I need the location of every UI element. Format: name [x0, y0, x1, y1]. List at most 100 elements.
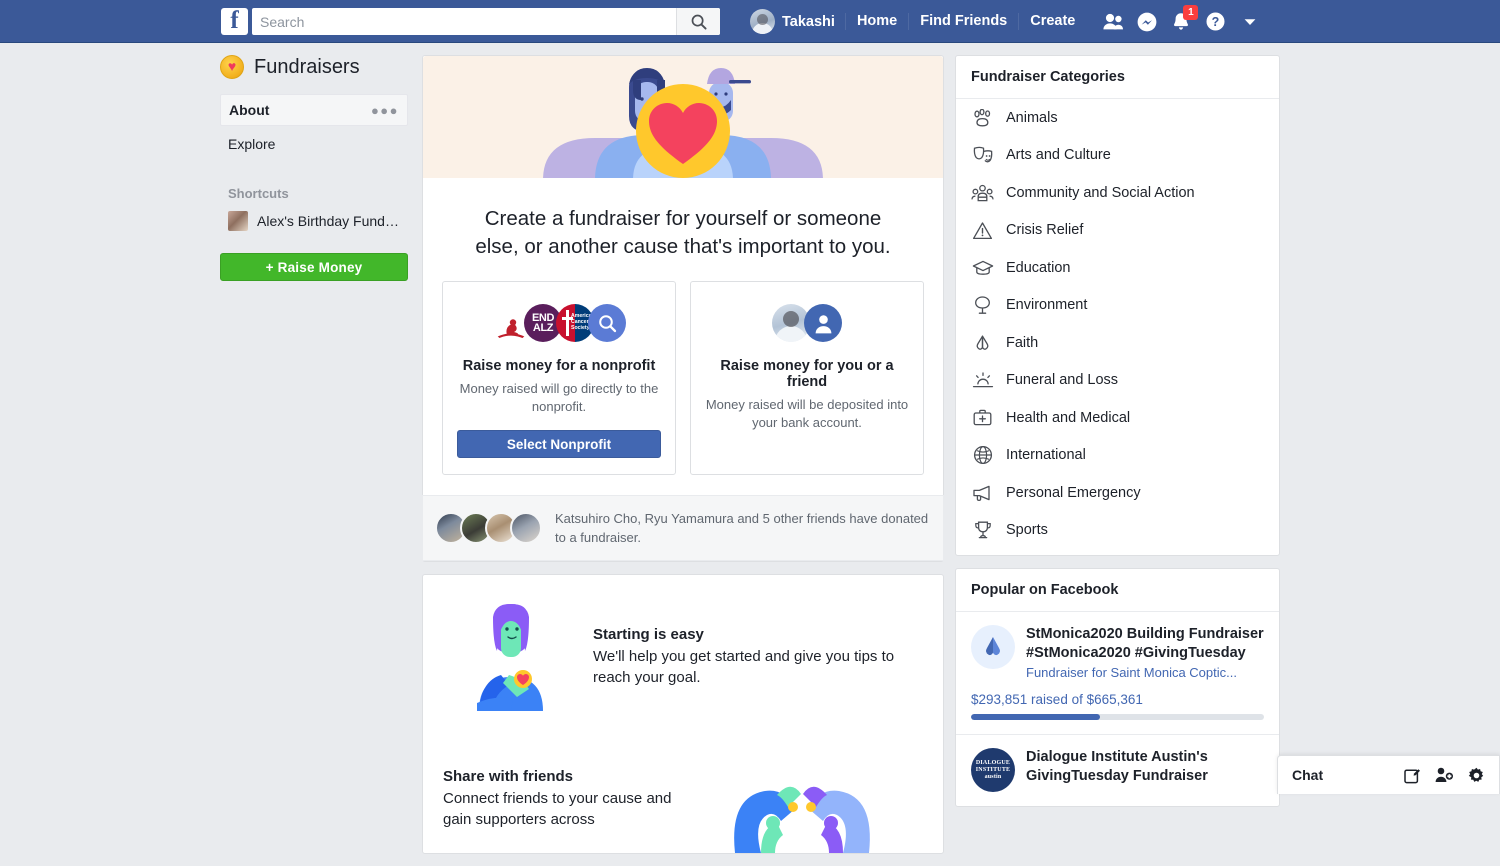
- hands-forming-heart-illustration: [729, 745, 875, 853]
- logo-line-3: austin: [985, 774, 1002, 781]
- category-item-environment[interactable]: Environment: [956, 287, 1279, 325]
- top-nav-right: Takashi Home Find Friends Create 1 ?: [744, 0, 1260, 43]
- fundraiser-coin-heart-icon: [220, 55, 244, 79]
- help-icon[interactable]: ?: [1198, 7, 1232, 37]
- friends-donated-bar[interactable]: Katsuhiro Cho, Ryu Yamamura and 5 other …: [422, 495, 944, 561]
- fundraiser-categories-card: Fundraiser Categories Animals Arts and C…: [955, 55, 1280, 556]
- page-title: Fundraisers: [220, 55, 408, 79]
- category-item-animals[interactable]: Animals: [956, 99, 1279, 137]
- promo-title: Share with friends: [443, 768, 693, 785]
- praying-hands-icon: [971, 331, 994, 354]
- shortcut-label: Alex's Birthday Fundrai...: [257, 213, 400, 229]
- shortcut-item[interactable]: Alex's Birthday Fundrai...: [220, 207, 408, 235]
- progress-bar-fill: [971, 714, 1100, 720]
- graduation-cap-icon: [971, 256, 994, 279]
- sidebar-item-about[interactable]: About ●●●: [220, 94, 408, 126]
- category-label: Community and Social Action: [1006, 185, 1195, 201]
- raise-money-button[interactable]: + Raise Money: [220, 253, 408, 281]
- category-item-sports[interactable]: Sports: [956, 512, 1279, 550]
- category-item-funeral-and-loss[interactable]: Funeral and Loss: [956, 362, 1279, 400]
- main-content: Create a fundraiser for yourself or some…: [422, 55, 944, 866]
- category-item-crisis-relief[interactable]: Crisis Relief: [956, 212, 1279, 250]
- popular-item-text: Dialogue Institute Austin's GivingTuesda…: [1026, 748, 1264, 792]
- category-item-education[interactable]: Education: [956, 249, 1279, 287]
- popular-heading: Popular on Facebook: [956, 569, 1279, 612]
- sidebar-item-explore[interactable]: Explore: [220, 128, 408, 160]
- top-nav-icons: 1 ?: [1096, 7, 1260, 37]
- category-item-health-and-medical[interactable]: Health and Medical: [956, 399, 1279, 437]
- create-fundraiser-card: Create a fundraiser for yourself or some…: [422, 55, 944, 562]
- nav-link-create[interactable]: Create: [1018, 13, 1086, 30]
- megaphone-icon: [971, 481, 994, 504]
- sidebar-item-label: Explore: [228, 136, 275, 152]
- friend-requests-icon[interactable]: [1096, 7, 1130, 37]
- category-label: Animals: [1006, 110, 1058, 126]
- facebook-logo[interactable]: f: [221, 8, 248, 35]
- choice-subtitle: Money raised will be deposited into your…: [705, 396, 909, 432]
- person-silhouette-icon: [804, 304, 842, 342]
- nav-link-find-friends[interactable]: Find Friends: [908, 13, 1018, 30]
- warning-triangle-icon: [971, 219, 994, 242]
- ellipsis-icon[interactable]: ●●●: [371, 103, 399, 118]
- popular-fundraiser-item[interactable]: DIALOGUE INSTITUTE austin Dialogue Insti…: [956, 735, 1279, 806]
- nav-link-home[interactable]: Home: [845, 13, 908, 30]
- new-group-icon[interactable]: [1435, 767, 1454, 783]
- category-item-faith[interactable]: Faith: [956, 324, 1279, 362]
- search-input[interactable]: [252, 14, 676, 30]
- globe-icon: [971, 444, 994, 467]
- shortcuts-heading: Shortcuts: [228, 186, 408, 201]
- chat-settings-gear-icon[interactable]: [1468, 767, 1485, 784]
- category-label: Health and Medical: [1006, 410, 1130, 426]
- personal-avatar-row: [705, 301, 909, 345]
- popular-item-subtitle: Fundraiser for Saint Monica Coptic...: [1026, 664, 1264, 681]
- notifications-icon[interactable]: 1: [1164, 7, 1198, 37]
- promo-title: Starting is easy: [593, 626, 923, 643]
- people-group-icon: [971, 181, 994, 204]
- category-label: Arts and Culture: [1006, 147, 1111, 163]
- chevron-down-icon[interactable]: [1240, 13, 1260, 31]
- messenger-icon[interactable]: [1130, 7, 1164, 37]
- raise-for-nonprofit-card[interactable]: END ALZ American Cancer Society® Raise m…: [442, 281, 676, 475]
- popular-item-top: StMonica2020 Building Fundraiser #StMoni…: [971, 625, 1264, 681]
- raise-for-you-or-friend-card[interactable]: Raise money for you or a friend Money ra…: [690, 281, 924, 475]
- search-more-icon[interactable]: [588, 304, 626, 342]
- category-label: Crisis Relief: [1006, 222, 1083, 238]
- categories-heading: Fundraiser Categories: [956, 56, 1279, 99]
- choice-subtitle: Money raised will go directly to the non…: [457, 380, 661, 416]
- popular-item-top: DIALOGUE INSTITUTE austin Dialogue Insti…: [971, 748, 1264, 792]
- shortcut-thumbnail: [228, 211, 248, 231]
- nav-profile-link[interactable]: Takashi: [744, 7, 845, 36]
- category-label: Funeral and Loss: [1006, 372, 1118, 388]
- category-label: Faith: [1006, 335, 1038, 351]
- compose-message-icon[interactable]: [1404, 767, 1421, 784]
- avatar: [750, 9, 775, 34]
- friend-avatars: [435, 512, 542, 544]
- page-body: Fundraisers About ●●● Explore Shortcuts …: [0, 43, 1500, 794]
- notification-badge: 1: [1183, 5, 1198, 20]
- search-bar[interactable]: [252, 8, 720, 35]
- promo-list: Starting is easy We'll help you get star…: [423, 575, 943, 853]
- search-icon[interactable]: [676, 8, 720, 35]
- popular-fundraiser-item[interactable]: StMonica2020 Building Fundraiser #StMoni…: [956, 612, 1279, 735]
- category-item-personal-emergency[interactable]: Personal Emergency: [956, 474, 1279, 512]
- category-item-community-and-social-action[interactable]: Community and Social Action: [956, 174, 1279, 212]
- category-label: Personal Emergency: [1006, 485, 1141, 501]
- fundraiser-choice-row: END ALZ American Cancer Society® Raise m…: [423, 281, 943, 475]
- promo-body: We'll help you get started and give you …: [593, 646, 923, 688]
- popular-item-raised-text: $293,851 raised of $665,361: [971, 692, 1264, 707]
- woman-with-heart-illustration: [443, 603, 579, 711]
- left-sidebar: Fundraisers About ●●● Explore Shortcuts …: [220, 55, 408, 281]
- select-nonprofit-button[interactable]: Select Nonprofit: [457, 430, 661, 458]
- tips-card: Starting is easy We'll help you get star…: [422, 574, 944, 854]
- category-label: Sports: [1006, 522, 1048, 538]
- category-item-arts-and-culture[interactable]: Arts and Culture: [956, 137, 1279, 175]
- popular-on-facebook-card: Popular on Facebook StMonica2020 Buildin…: [955, 568, 1280, 807]
- category-label: International: [1006, 447, 1086, 463]
- promo-text: Starting is easy We'll help you get star…: [593, 626, 923, 688]
- category-item-international[interactable]: International: [956, 437, 1279, 475]
- create-fundraiser-headline: Create a fundraiser for yourself or some…: [423, 178, 943, 281]
- nonprofit-logo-row: END ALZ American Cancer Society®: [457, 301, 661, 345]
- sunset-icon: [971, 369, 994, 392]
- popular-item-title: Dialogue Institute Austin's GivingTuesda…: [1026, 748, 1264, 785]
- chat-bar[interactable]: Chat: [1277, 755, 1500, 794]
